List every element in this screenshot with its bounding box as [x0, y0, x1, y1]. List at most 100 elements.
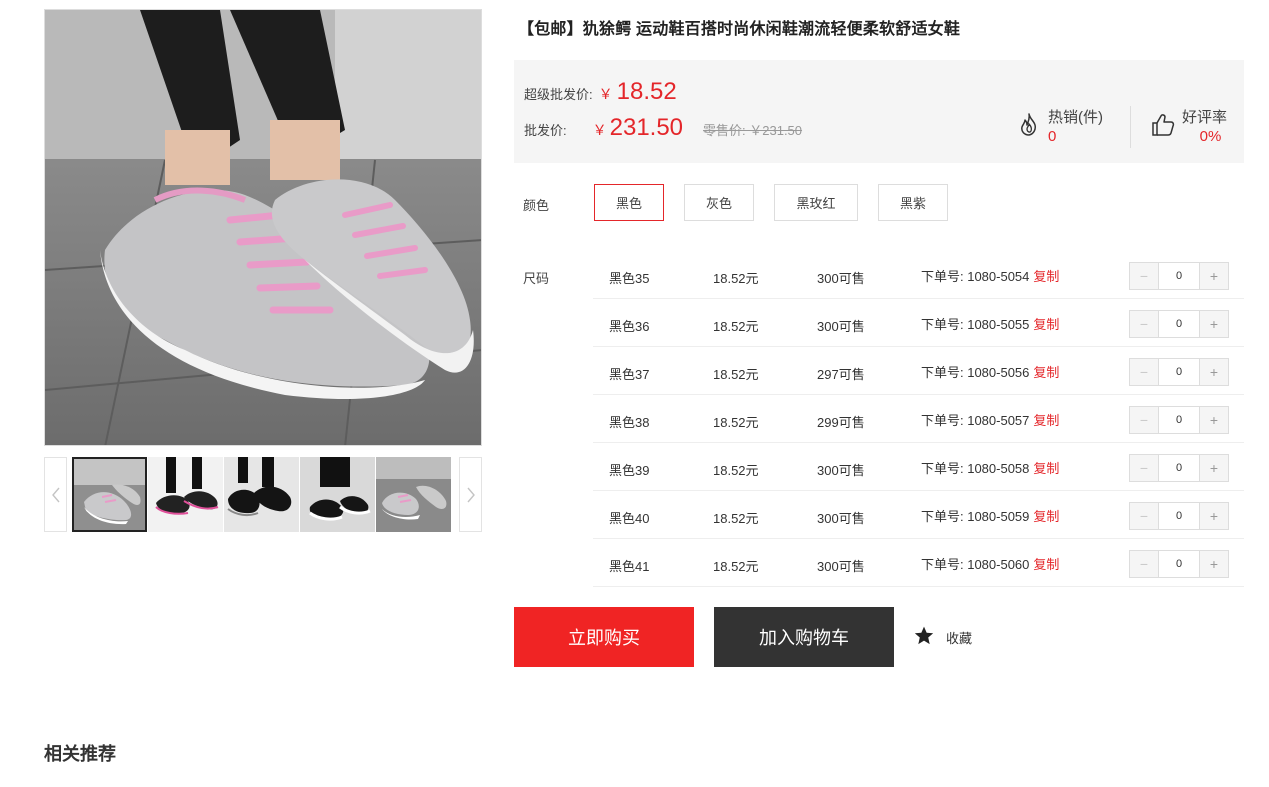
order-number: 下单号: 1080-5056 复制	[921, 362, 1059, 381]
wholesale-price-value: 231.50	[609, 114, 684, 141]
color-option-grey[interactable]: 灰色	[684, 184, 754, 221]
thumbnail-2[interactable]	[148, 457, 223, 532]
order-number-text: 下单号: 1080-5054	[921, 269, 1030, 284]
increment-button[interactable]: +	[1199, 311, 1228, 337]
decrement-button[interactable]: −	[1130, 311, 1159, 337]
favorite-label: 收藏	[946, 631, 973, 646]
decrement-button[interactable]: −	[1130, 263, 1159, 289]
super-price-label: 超级批发价:	[524, 87, 593, 102]
quantity-input[interactable]	[1159, 503, 1199, 529]
order-number: 下单号: 1080-5059 复制	[921, 506, 1059, 525]
size-stock: 300可售	[817, 319, 865, 334]
chevron-left-icon	[51, 487, 60, 502]
quantity-input[interactable]	[1159, 407, 1199, 433]
size-row: 黑色37 18.52元 297可售 下单号: 1080-5056复制 − +	[593, 347, 1244, 395]
color-option-black[interactable]: 黑色	[594, 184, 664, 221]
super-price-value: 18.52	[616, 78, 677, 105]
size-price: 18.52元	[713, 415, 759, 430]
color-option-black-rose[interactable]: 黑玫红	[774, 184, 858, 221]
quantity-stepper: − +	[1129, 550, 1229, 578]
order-number-text: 下单号: 1080-5060	[921, 557, 1030, 572]
decrement-button[interactable]: −	[1130, 407, 1159, 433]
rating-value: 0%	[1199, 128, 1222, 145]
size-price: 18.52元	[713, 319, 759, 334]
increment-button[interactable]: +	[1199, 503, 1228, 529]
order-number: 下单号: 1080-5057 复制	[921, 410, 1059, 429]
copy-link[interactable]: 复制	[1033, 413, 1059, 428]
favorite-button[interactable]: 收藏	[913, 624, 972, 647]
decrement-button[interactable]: −	[1130, 551, 1159, 577]
hot-sales-label: 热销(件)	[1048, 109, 1103, 126]
decrement-button[interactable]: −	[1130, 359, 1159, 385]
chevron-right-icon	[466, 487, 475, 502]
thumbnail-prev-arrow[interactable]	[44, 457, 67, 532]
rating-stat: 好评率 0%	[1150, 108, 1227, 147]
size-price: 18.52元	[713, 463, 759, 478]
related-recommendations-heading: 相关推荐	[44, 744, 116, 764]
size-price: 18.52元	[713, 367, 759, 382]
order-number: 下单号: 1080-5060 复制	[921, 554, 1059, 573]
color-label: 颜色	[523, 198, 550, 213]
stat-divider	[1130, 106, 1131, 148]
size-stock: 300可售	[817, 511, 865, 526]
thumbnail-strip	[44, 457, 482, 532]
order-number-text: 下单号: 1080-5056	[921, 365, 1030, 380]
size-row: 黑色40 18.52元 300可售 下单号: 1080-5059复制 − +	[593, 491, 1244, 539]
thumbnail-4[interactable]	[300, 457, 375, 532]
color-option-black-purple[interactable]: 黑紫	[878, 184, 948, 221]
increment-button[interactable]: +	[1199, 263, 1228, 289]
quantity-input[interactable]	[1159, 263, 1199, 289]
decrement-button[interactable]: −	[1130, 503, 1159, 529]
order-number-text: 下单号: 1080-5055	[921, 317, 1030, 332]
price-panel: 超级批发价: ￥ 18.52 批发价: ￥ 231.50 零售价: ￥231.5…	[514, 60, 1244, 163]
copy-link[interactable]: 复制	[1033, 317, 1059, 332]
size-stock: 300可售	[817, 463, 865, 478]
add-to-cart-button[interactable]: 加入购物车	[714, 607, 894, 667]
thumbs-up-icon	[1152, 114, 1175, 136]
size-price: 18.52元	[713, 511, 759, 526]
copy-link[interactable]: 复制	[1033, 509, 1059, 524]
star-icon	[914, 626, 934, 644]
main-product-image[interactable]	[44, 9, 482, 446]
hot-sales-value: 0	[1048, 128, 1057, 145]
quantity-stepper: − +	[1129, 454, 1229, 482]
size-name: 黑色40	[609, 511, 650, 526]
size-price: 18.52元	[713, 559, 759, 574]
retail-price: 零售价: ￥231.50	[703, 123, 803, 138]
product-title: 【包邮】犰狳鳄 运动鞋百搭时尚休闲鞋潮流轻便柔软舒适女鞋	[518, 21, 961, 38]
order-number: 下单号: 1080-5055 复制	[921, 314, 1059, 333]
thumbnail-1[interactable]	[72, 457, 147, 532]
copy-link[interactable]: 复制	[1033, 269, 1059, 284]
size-stock: 297可售	[817, 367, 865, 382]
size-name: 黑色37	[609, 367, 650, 382]
quantity-input[interactable]	[1159, 551, 1199, 577]
thumbnail-5[interactable]	[376, 457, 451, 532]
thumbnail-3[interactable]	[224, 457, 299, 532]
decrement-button[interactable]: −	[1130, 455, 1159, 481]
copy-link[interactable]: 复制	[1033, 365, 1059, 380]
size-label: 尺码	[523, 271, 550, 286]
buy-now-button[interactable]: 立即购买	[514, 607, 694, 667]
quantity-input[interactable]	[1159, 359, 1199, 385]
quantity-stepper: − +	[1129, 358, 1229, 386]
size-stock: 299可售	[817, 415, 865, 430]
size-stock: 300可售	[817, 271, 865, 286]
increment-button[interactable]: +	[1199, 551, 1228, 577]
size-row: 黑色35 18.52元 300可售 下单号: 1080-5054复制 − +	[593, 251, 1244, 299]
wholesale-price-row: 批发价: ￥ 231.50 零售价: ￥231.50	[524, 114, 802, 142]
increment-button[interactable]: +	[1199, 407, 1228, 433]
order-number-text: 下单号: 1080-5058	[921, 461, 1030, 476]
quantity-stepper: − +	[1129, 406, 1229, 434]
copy-link[interactable]: 复制	[1033, 557, 1059, 572]
size-name: 黑色39	[609, 463, 650, 478]
quantity-input[interactable]	[1159, 455, 1199, 481]
order-number-text: 下单号: 1080-5057	[921, 413, 1030, 428]
size-row: 黑色38 18.52元 299可售 下单号: 1080-5057复制 − +	[593, 395, 1244, 443]
increment-button[interactable]: +	[1199, 359, 1228, 385]
quantity-input[interactable]	[1159, 311, 1199, 337]
order-number: 下单号: 1080-5054 复制	[921, 266, 1059, 285]
quantity-stepper: − +	[1129, 310, 1229, 338]
increment-button[interactable]: +	[1199, 455, 1228, 481]
thumbnail-next-arrow[interactable]	[459, 457, 482, 532]
copy-link[interactable]: 复制	[1033, 461, 1059, 476]
